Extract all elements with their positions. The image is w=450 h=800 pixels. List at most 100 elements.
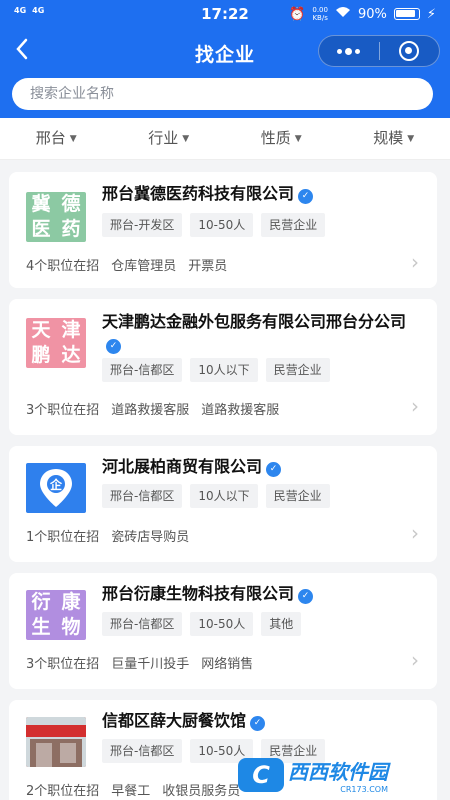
caret-down-icon: ▼: [182, 134, 190, 144]
job-title: 道路救援客服: [201, 403, 280, 418]
filter-nature-label: 性质: [260, 129, 291, 147]
chevron-right-icon: ›: [411, 521, 419, 545]
status-bar: 4G 4G 17:22 ⏰ 0.00 KB/s 90% ⚡: [0, 0, 450, 28]
filter-scale-label: 规模: [373, 129, 404, 147]
jobs-count: 1个职位在招: [26, 530, 100, 545]
company-tags: 邢台-信都区 10人以下 民营企业: [102, 358, 330, 382]
tag-location: 邢台-开发区: [102, 213, 183, 237]
header: 4G 4G 17:22 ⏰ 0.00 KB/s 90% ⚡ 找企业 搜索企业名称: [0, 0, 450, 118]
tag-type: 民营企业: [265, 484, 330, 508]
verified-icon: ✓: [298, 589, 314, 604]
logo-char: 康: [61, 591, 81, 613]
verified-icon: ✓: [106, 339, 121, 354]
jobs-count: 2个职位在招: [26, 784, 100, 799]
job-title: 瓷砖店导购员: [111, 530, 190, 545]
filter-location-label: 邢台: [35, 129, 66, 147]
wifi-icon: [335, 6, 351, 22]
company-tags: 邢台-信都区 10-50人 其他: [102, 612, 302, 636]
filter-scale[interactable]: 规模 ▼: [338, 118, 450, 159]
company-logo-photo: [26, 717, 86, 767]
verified-icon: ✓: [250, 716, 266, 731]
nav-bar: 找企业: [0, 30, 450, 74]
tag-size: 10人以下: [190, 484, 258, 508]
filter-industry-label: 行业: [148, 129, 179, 147]
company-logo: 企: [26, 463, 86, 513]
caret-down-icon: ▼: [407, 134, 415, 144]
tag-type: 民营企业: [261, 213, 326, 237]
tag-location: 邢台-信都区: [102, 358, 183, 382]
logo-char: 冀: [31, 193, 51, 215]
close-miniprogram-button[interactable]: [379, 36, 439, 66]
watermark-text: 西西软件园 CR173.COM: [288, 756, 388, 794]
company-tags: 邢台-开发区 10-50人 民营企业: [102, 213, 326, 237]
logo-char: 鹏: [31, 344, 51, 366]
logo-char: 衍: [31, 591, 51, 613]
filter-location[interactable]: 邢台 ▼: [0, 118, 113, 159]
watermark-logo-icon: C: [238, 758, 284, 792]
alarm-icon: ⏰: [289, 6, 306, 22]
battery-percent: 90%: [357, 6, 387, 22]
tag-size: 10-50人: [190, 612, 254, 636]
net-speed: 0.00 KB/s: [312, 6, 328, 22]
company-name-text: 河北展柏商贸有限公司: [102, 457, 263, 476]
charging-icon: ⚡: [426, 6, 436, 22]
chevron-right-icon: ›: [411, 648, 419, 672]
tag-location: 邢台-信都区: [102, 739, 183, 763]
jobs-count: 4个职位在招: [26, 259, 100, 274]
company-card[interactable]: 冀 德 医 药 邢台冀德医药科技有限公司 ✓ 邢台-开发区 10-50人 民营企业…: [9, 172, 437, 288]
tag-location: 邢台-信都区: [102, 484, 183, 508]
job-title: 收银员服务员: [162, 784, 241, 799]
more-dots-icon: [337, 47, 361, 55]
company-tags: 邢台-信都区 10人以下 民营企业: [102, 484, 330, 508]
company-name: 邢台冀德医药科技有限公司 ✓: [102, 183, 418, 205]
battery-icon: [393, 8, 420, 20]
logo-char: 药: [61, 218, 81, 240]
tag-size: 10人以下: [190, 358, 258, 382]
company-card[interactable]: 衍 康 生 物 邢台衍康生物科技有限公司 ✓ 邢台-信都区 10-50人 其他 3…: [9, 573, 437, 689]
filter-nature[interactable]: 性质 ▼: [225, 118, 338, 159]
tag-size: 10-50人: [190, 213, 254, 237]
logo-char: 企: [49, 477, 63, 492]
job-title: 仓库管理员: [111, 259, 177, 274]
company-name-text: 邢台衍康生物科技有限公司: [102, 584, 295, 603]
logo-char: 达: [61, 344, 81, 366]
chevron-right-icon: ›: [411, 394, 419, 418]
company-logo: 冀 德 医 药: [26, 192, 86, 242]
company-name-text: 邢台冀德医药科技有限公司: [102, 184, 295, 203]
job-title: 开票员: [188, 259, 228, 274]
watermark-brand: 西西软件园: [288, 760, 388, 784]
watermark-url: CR173.COM: [340, 785, 388, 794]
logo-char: 物: [61, 616, 81, 638]
company-name: 邢台衍康生物科技有限公司 ✓: [102, 583, 418, 605]
jobs-summary: 2个职位在招 早餐工 收银员服务员: [26, 780, 240, 799]
mini-program-capsule: [318, 35, 440, 67]
jobs-summary: 4个职位在招 仓库管理员 开票员: [26, 255, 227, 274]
target-icon: [399, 41, 420, 61]
search-input[interactable]: 搜索企业名称: [12, 78, 433, 110]
filter-industry[interactable]: 行业 ▼: [113, 118, 226, 159]
more-button[interactable]: [319, 36, 379, 66]
chevron-right-icon: ›: [411, 250, 419, 274]
verified-icon: ✓: [266, 462, 282, 477]
job-title: 网络销售: [201, 657, 254, 672]
company-name: 信都区薛大厨餐饮馆 ✓: [102, 710, 418, 732]
company-logo: 天 津 鹏 达: [26, 318, 86, 368]
jobs-count: 3个职位在招: [26, 403, 100, 418]
jobs-count: 3个职位在招: [26, 657, 100, 672]
tag-type: 民营企业: [265, 358, 330, 382]
job-title: 早餐工: [111, 784, 151, 799]
status-right: ⏰ 0.00 KB/s 90% ⚡: [289, 6, 436, 22]
verified-icon: ✓: [298, 189, 314, 204]
caret-down-icon: ▼: [69, 134, 77, 144]
jobs-summary: 3个职位在招 道路救援客服 道路救援客服: [26, 399, 279, 418]
job-title: 道路救援客服: [111, 403, 190, 418]
jobs-summary: 1个职位在招 瓷砖店导购员: [26, 526, 189, 545]
company-name: 天津鹏达金融外包服务有限公司邢台分公司 ✓: [102, 311, 418, 355]
company-card[interactable]: 天 津 鹏 达 天津鹏达金融外包服务有限公司邢台分公司 ✓ 邢台-信都区 10人以…: [9, 299, 437, 435]
job-title: 巨量千川投手: [111, 657, 190, 672]
tag-location: 邢台-信都区: [102, 612, 183, 636]
company-card[interactable]: 企 河北展柏商贸有限公司 ✓ 邢台-信都区 10人以下 民营企业 1个职位在招 瓷…: [9, 446, 437, 562]
logo-char: 津: [61, 319, 81, 341]
caret-down-icon: ▼: [294, 134, 302, 144]
company-name: 河北展柏商贸有限公司 ✓: [102, 456, 418, 478]
